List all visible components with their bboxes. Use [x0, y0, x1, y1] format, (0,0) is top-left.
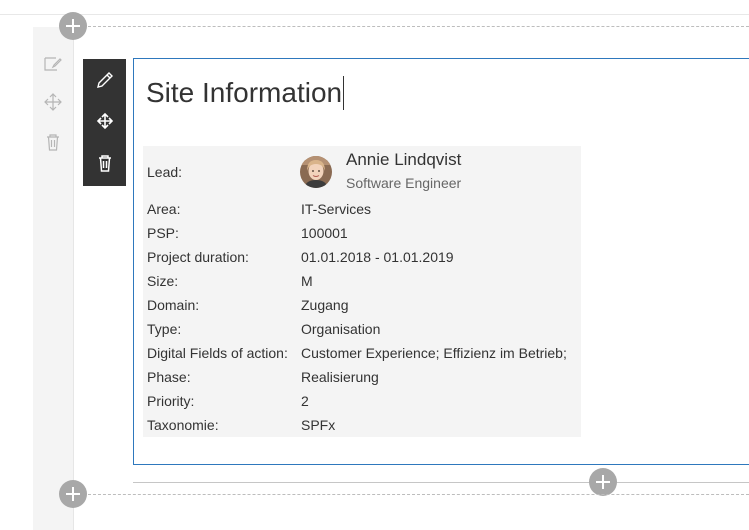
table-row: Priority: 2: [143, 389, 581, 413]
field-value: 100001: [301, 225, 348, 241]
delete-section-icon[interactable]: [42, 131, 64, 153]
persona-name[interactable]: Annie Lindqvist: [346, 149, 461, 171]
field-label: Type:: [147, 321, 182, 337]
field-label: Digital Fields of action:: [147, 345, 288, 361]
field-value: 2: [301, 393, 309, 409]
lead-label: Lead:: [147, 164, 183, 180]
table-row: PSP: 100001: [143, 221, 581, 245]
field-value: M: [301, 273, 313, 289]
field-value: Organisation: [301, 321, 381, 337]
delete-webpart-button[interactable]: [83, 142, 126, 184]
table-row: Type: Organisation: [143, 317, 581, 341]
field-label: Project duration:: [147, 249, 249, 265]
field-value: IT-Services: [301, 201, 372, 217]
trash-icon: [98, 155, 111, 172]
field-label: Area:: [147, 201, 181, 217]
text-cursor: [343, 75, 345, 110]
table-row: Phase: Realisierung: [143, 365, 581, 389]
site-info-table: Lead: Annie Lindqvist Software Engineer …: [143, 146, 581, 437]
webpart-title-text: Site Information: [146, 77, 343, 108]
table-row: Taxonomie: SPFx: [143, 413, 581, 437]
webpart-title[interactable]: Site Information: [146, 74, 345, 112]
plus-icon: [66, 487, 80, 501]
table-row: Area: IT-Services: [143, 197, 581, 221]
webpart-insert-line: [133, 482, 749, 483]
table-row: Project duration: 01.01.2018 - 01.01.201…: [143, 245, 581, 269]
table-row: Domain: Zugang: [143, 293, 581, 317]
table-row: Digital Fields of action: Customer Exper…: [143, 341, 581, 365]
field-label: Phase:: [147, 369, 191, 385]
plus-icon: [66, 19, 80, 33]
persona-job-title: Software Engineer: [346, 175, 462, 191]
add-webpart-button[interactable]: [589, 468, 617, 496]
field-value: SPFx: [301, 417, 336, 433]
plus-icon: [596, 475, 610, 489]
pencil-icon: [96, 72, 113, 88]
field-label: Domain:: [147, 297, 200, 313]
lead-row: Lead: Annie Lindqvist Software Engineer: [143, 146, 581, 198]
add-section-button-bottom[interactable]: [59, 480, 87, 508]
field-label: PSP:: [147, 225, 179, 241]
bottom-section-boundary: [88, 494, 749, 495]
field-label: Priority:: [147, 393, 195, 409]
move-webpart-button[interactable]: [83, 100, 126, 142]
add-section-button-top[interactable]: [59, 12, 87, 40]
edit-webpart-button[interactable]: [83, 59, 126, 101]
move-section-icon[interactable]: [42, 91, 64, 113]
field-value: Customer Experience; Effizienz im Betrie…: [301, 345, 567, 361]
move-icon: [96, 112, 113, 130]
edit-section-icon[interactable]: [42, 53, 64, 75]
avatar[interactable]: [300, 156, 332, 188]
field-value: 01.01.2018 - 01.01.2019: [301, 249, 454, 265]
field-value: Zugang: [301, 297, 349, 313]
field-label: Size:: [147, 273, 179, 289]
field-label: Taxonomie:: [147, 417, 219, 433]
field-value: Realisierung: [301, 369, 379, 385]
table-row: Size: M: [143, 269, 581, 293]
page-canvas: Site Information Lead: Annie Lindqvist S…: [0, 0, 749, 530]
webpart-toolbar: [83, 59, 126, 186]
top-divider: [0, 14, 749, 15]
top-section-boundary: [88, 26, 749, 27]
